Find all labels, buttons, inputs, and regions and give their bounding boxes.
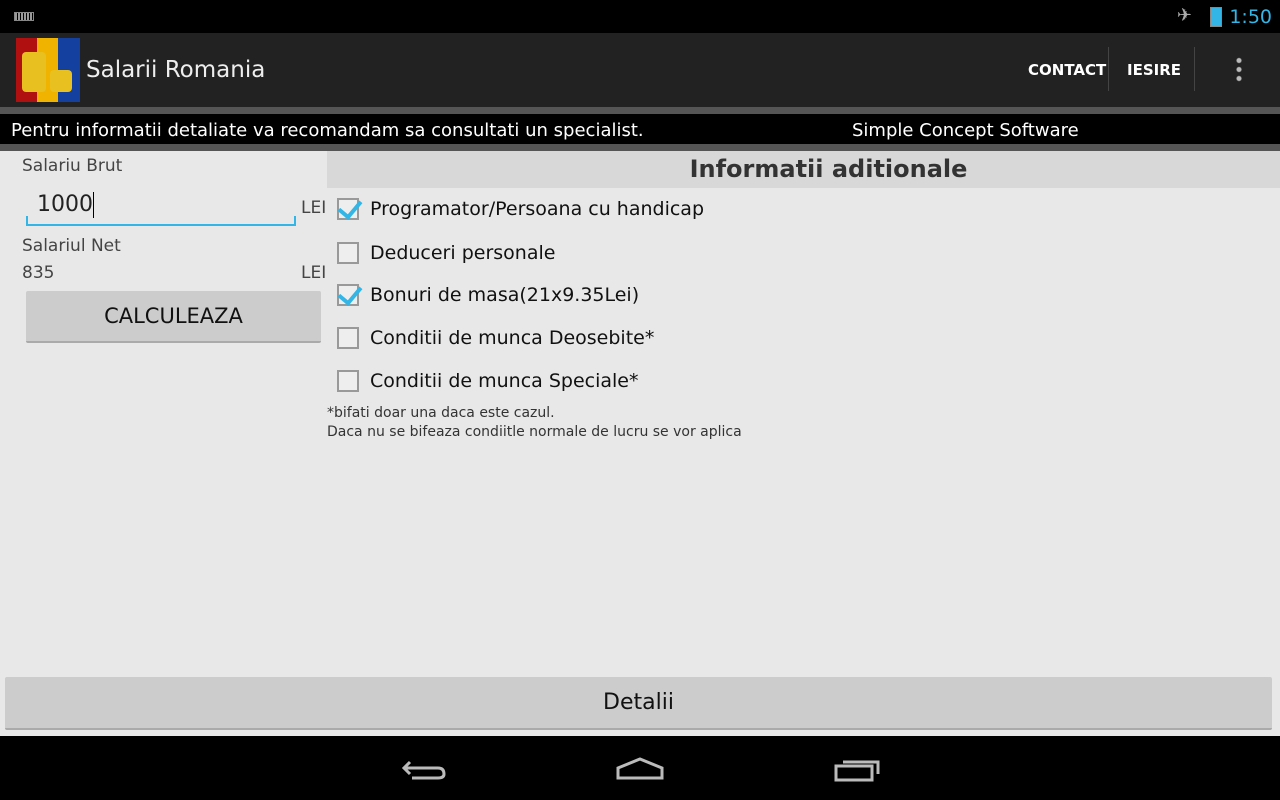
navigation-bar (0, 736, 1280, 800)
status-bar: ✈ 1:50 (0, 0, 1280, 33)
gross-salary-label: Salariu Brut (22, 156, 123, 176)
app-logo[interactable] (16, 38, 80, 102)
details-button[interactable]: Detalii (5, 677, 1272, 730)
footnote: Daca nu se bifeaza condiitle normale de … (327, 424, 742, 440)
checkbox-special-work[interactable]: Conditii de munca Speciale* (337, 370, 638, 392)
app-title: Salarii Romania (86, 57, 266, 83)
checkbox-unchecked-icon (337, 327, 359, 349)
checkbox-label: Deduceri personale (370, 242, 556, 264)
options-title: Informatii aditionale (327, 151, 1280, 188)
airplane-mode-icon: ✈ (1176, 5, 1192, 26)
battery-charging-icon (1210, 7, 1222, 27)
footnote: *bifati doar una daca este cazul. (327, 405, 555, 421)
gross-salary-input[interactable]: 1000 (26, 186, 296, 226)
checkbox-checked-icon (337, 284, 359, 306)
checkbox-label: Bonuri de masa(21x9.35Lei) (370, 284, 640, 306)
checkbox-checked-icon (337, 198, 359, 220)
checkbox-special-conditions[interactable]: Conditii de munca Deosebite* (337, 327, 654, 349)
net-salary-value: 835 (22, 263, 55, 283)
checkbox-label: Conditii de munca Deosebite* (370, 327, 655, 349)
recent-apps-icon[interactable] (833, 756, 883, 782)
notice-message: Pentru informatii detaliate va recomanda… (11, 120, 644, 141)
checkbox-label: Conditii de munca Speciale* (370, 370, 639, 392)
calculate-button[interactable]: CALCULEAZA (26, 291, 321, 343)
more-vert-icon[interactable] (1236, 56, 1242, 84)
checkbox-unchecked-icon (337, 370, 359, 392)
divider (1108, 47, 1109, 91)
checkbox-meal-vouchers[interactable]: Bonuri de masa(21x9.35Lei) (337, 284, 639, 306)
checkbox-label: Programator/Persoana cu handicap (370, 198, 705, 220)
notice-bar: Pentru informatii detaliate va recomanda… (0, 114, 1280, 144)
divider (0, 107, 1280, 114)
exit-button[interactable]: IESIRE (1127, 61, 1181, 79)
company-name: Simple Concept Software (852, 120, 1079, 141)
text-cursor (93, 192, 94, 218)
home-icon[interactable] (615, 756, 665, 782)
checkbox-unchecked-icon (337, 242, 359, 264)
checkbox-programmer[interactable]: Programator/Persoana cu handicap (337, 198, 704, 220)
gross-unit: LEI (301, 198, 326, 218)
gross-salary-value: 1000 (37, 192, 93, 217)
net-salary-label: Salariul Net (22, 236, 121, 256)
keyboard-icon (14, 12, 34, 21)
action-bar: Salarii Romania CONTACT IESIRE (0, 33, 1280, 107)
divider (0, 144, 1280, 151)
checkbox-personal-deductions[interactable]: Deduceri personale (337, 242, 555, 264)
divider (1194, 47, 1195, 91)
contact-button[interactable]: CONTACT (1028, 61, 1106, 79)
net-unit: LEI (301, 263, 326, 283)
clock: 1:50 (1229, 6, 1272, 28)
back-icon[interactable] (400, 756, 448, 782)
